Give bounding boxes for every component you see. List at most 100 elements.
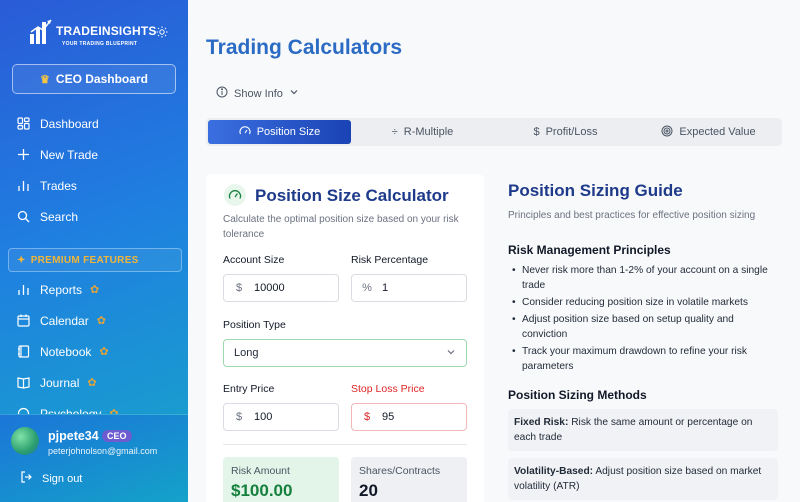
gauge-icon	[239, 125, 251, 140]
bar-chart-icon	[16, 283, 30, 297]
chevron-down-icon	[446, 347, 456, 360]
user-profile: pjpete34 CEO peterjohnolson@gmail.com Si…	[0, 414, 188, 502]
show-info-toggle[interactable]: Show Info	[216, 86, 299, 101]
sidebar-item-notebook[interactable]: Notebook ✿	[0, 336, 188, 367]
sidebar-item-label: Trades	[40, 178, 77, 193]
risk-percentage-label: Risk Percentage	[351, 254, 429, 266]
brand-logo[interactable]: TRADEINSIGHTS YOUR TRADING BLUEPRINT	[30, 18, 157, 47]
account-size-field[interactable]: $ 10000	[223, 274, 339, 302]
dollar-icon: $	[363, 411, 371, 423]
user-name: pjpete34	[48, 429, 99, 443]
notebook-icon	[16, 345, 30, 359]
entry-price-field[interactable]: $ 100	[223, 403, 339, 431]
tab-position-size[interactable]: Position Size	[208, 120, 351, 144]
calendar-icon	[16, 314, 30, 328]
method-name: Volatility-Based:	[514, 466, 594, 477]
calculator-description: Calculate the optimal position size base…	[223, 214, 459, 240]
method-card: Volatility-Based: Adjust position size b…	[508, 458, 778, 500]
sidebar: TRADEINSIGHTS YOUR TRADING BLUEPRINT ♛ C…	[0, 0, 188, 502]
position-type-select[interactable]: Long	[223, 339, 467, 367]
target-icon	[661, 125, 673, 140]
sidebar-item-search[interactable]: Search	[0, 201, 188, 232]
sign-out-label: Sign out	[42, 472, 83, 485]
sidebar-item-label: Notebook	[40, 344, 92, 359]
book-icon	[16, 376, 30, 390]
sidebar-item-trades[interactable]: Trades	[0, 170, 188, 201]
sidebar-item-label: Journal	[40, 375, 80, 390]
sidebar-item-calendar[interactable]: Calendar ✿	[0, 305, 188, 336]
methods-heading: Position Sizing Methods	[508, 388, 647, 402]
brand-title: TRADEINSIGHTS	[56, 24, 157, 38]
tab-profit-loss[interactable]: $ Profit/Loss	[494, 120, 637, 144]
sidebar-item-label: Search	[40, 209, 79, 224]
list-item: Never risk more than 1-2% of your accoun…	[508, 263, 778, 293]
stop-loss-field[interactable]: $ 95	[351, 403, 467, 431]
risk-percentage-field[interactable]: % 1	[351, 274, 467, 302]
avatar[interactable]	[11, 427, 39, 455]
sidebar-item-new-trade[interactable]: New Trade	[0, 139, 188, 170]
gauge-icon	[224, 184, 246, 206]
sidebar-item-label: Dashboard	[40, 116, 99, 131]
dollar-icon: $	[235, 411, 243, 423]
risk-amount-result: Risk Amount $100.00	[223, 457, 339, 502]
role-badge: CEO	[102, 430, 132, 442]
tab-r-multiple[interactable]: ÷ R-Multiple	[351, 120, 494, 144]
calculator-tabs: Position Size ÷ R-Multiple $ Profit/Loss…	[206, 118, 782, 146]
shares-value: 20	[359, 481, 378, 500]
info-icon	[216, 86, 228, 101]
premium-badge-icon: ✿	[96, 315, 106, 327]
divide-icon: ÷	[391, 126, 398, 138]
list-item: Track your maximum drawdown to refine yo…	[508, 344, 778, 374]
plus-icon	[16, 148, 30, 162]
method-card: Fixed Risk: Risk the same amount or perc…	[508, 409, 778, 451]
sparkle-icon: ✦	[17, 254, 26, 266]
ceo-dashboard-button[interactable]: ♛ CEO Dashboard	[12, 64, 176, 94]
shares-result: Shares/Contracts 20	[351, 457, 467, 502]
dollar-icon: $	[533, 126, 540, 138]
premium-nav: Reports ✿ Calendar ✿ Notebook ✿ Journal …	[0, 274, 188, 429]
sign-out-button[interactable]: Sign out	[20, 471, 82, 486]
theme-toggle-icon[interactable]	[156, 26, 168, 38]
tab-expected-value[interactable]: Expected Value	[637, 120, 780, 144]
entry-price-value: 100	[254, 411, 273, 423]
position-size-calculator: Position Size Calculator Calculate the o…	[206, 174, 484, 502]
divider	[223, 444, 467, 445]
list-item: Adjust position size based on setup qual…	[508, 312, 778, 342]
premium-label: PREMIUM FEATURES	[30, 254, 139, 266]
risk-amount-value: $100.00	[231, 481, 293, 500]
premium-badge-icon: ✿	[99, 346, 109, 358]
main-content: Trading Calculators Show Info Position S…	[188, 0, 800, 502]
tab-label: Profit/Loss	[545, 126, 598, 138]
brand-subtitle: YOUR TRADING BLUEPRINT	[62, 41, 138, 47]
sidebar-item-label: Calendar	[40, 313, 89, 328]
bar-chart-icon	[16, 179, 30, 193]
tab-label: Expected Value	[679, 126, 756, 138]
account-size-label: Account Size	[223, 254, 285, 266]
logo-bars-icon	[30, 18, 52, 44]
sidebar-item-dashboard[interactable]: Dashboard	[0, 108, 188, 139]
dollar-icon: $	[235, 282, 243, 294]
chevron-down-icon	[289, 87, 299, 100]
sidebar-item-journal[interactable]: Journal ✿	[0, 367, 188, 398]
tab-label: Position Size	[256, 126, 321, 138]
main-nav: Dashboard New Trade Trades Search	[0, 108, 188, 232]
sidebar-item-reports[interactable]: Reports ✿	[0, 274, 188, 305]
stop-loss-value: 95	[382, 411, 395, 423]
premium-badge-icon: ✿	[90, 284, 100, 296]
sign-out-icon	[20, 471, 32, 486]
list-item: Consider reducing position size in volat…	[508, 295, 778, 310]
principles-list: Never risk more than 1-2% of your accoun…	[508, 263, 778, 374]
sidebar-item-label: Reports	[40, 282, 83, 297]
show-info-label: Show Info	[234, 87, 283, 100]
shares-label: Shares/Contracts	[359, 465, 441, 477]
crown-icon: ♛	[40, 73, 50, 86]
premium-features-header: ✦ PREMIUM FEATURES	[8, 248, 182, 272]
principles-heading: Risk Management Principles	[508, 243, 671, 257]
risk-amount-label: Risk Amount	[231, 465, 290, 477]
guide-title: Position Sizing Guide	[508, 181, 683, 200]
risk-percentage-value: 1	[382, 282, 389, 294]
calculator-title: Position Size Calculator	[255, 186, 449, 205]
position-type-value: Long	[234, 347, 259, 359]
page-title: Trading Calculators	[206, 36, 403, 59]
position-type-label: Position Type	[223, 319, 286, 331]
